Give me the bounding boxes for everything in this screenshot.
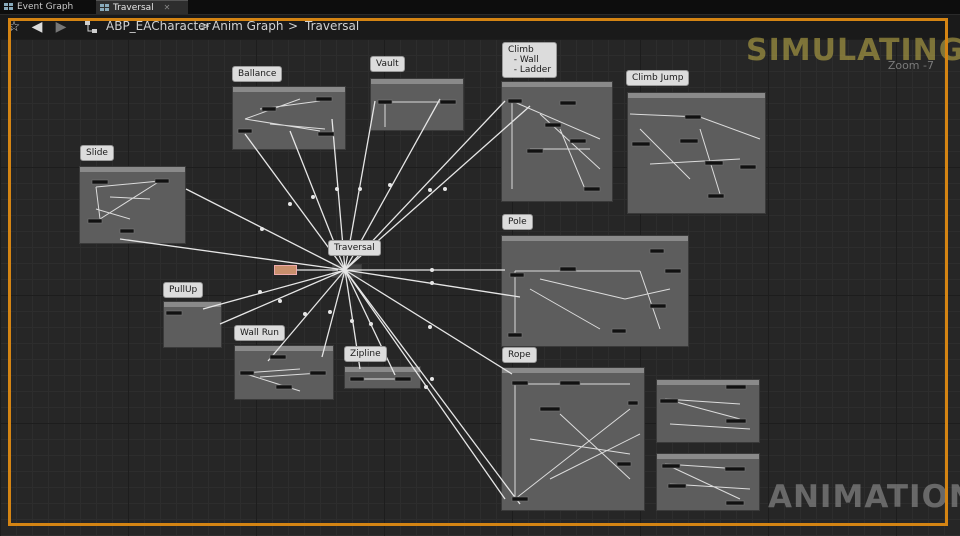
transition-wires: [87, 96, 761, 506]
forward-arrow-icon[interactable]: ▶: [52, 18, 70, 36]
climb-state-label[interactable]: Climb - Wall - Ladder: [502, 42, 558, 78]
wall-run-state-label[interactable]: Wall Run: [234, 325, 285, 341]
pole-state-label[interactable]: Pole: [502, 214, 533, 230]
tab-traversal[interactable]: Traversal ✕: [96, 0, 188, 14]
breadcrumb-parent[interactable]: Anim Graph: [212, 19, 283, 33]
tab-label: Traversal: [113, 2, 154, 13]
slide-state-label[interactable]: Slide: [80, 145, 114, 161]
breadcrumb-separator: >: [200, 19, 211, 33]
graph-grid-icon: [4, 3, 13, 11]
breadcrumb-current: Traversal: [305, 19, 360, 33]
breadcrumb-separator: >: [288, 19, 299, 33]
traversal-state-label[interactable]: Traversal: [328, 240, 381, 256]
graph-grid-icon: [100, 3, 109, 12]
tab-event-graph[interactable]: Event Graph: [0, 0, 94, 14]
vault-state-label[interactable]: Vault: [370, 56, 405, 72]
rope-state-label[interactable]: Rope: [502, 347, 537, 363]
zipline-state-label[interactable]: Zipline: [344, 346, 387, 362]
back-arrow-icon[interactable]: ◀: [28, 18, 46, 36]
favorite-star-icon[interactable]: ☆: [5, 18, 23, 36]
graph-canvas[interactable]: Zoom -7 SIMULATING ANIMATION Slide Balla…: [0, 33, 960, 536]
breadcrumb-root[interactable]: ABP_EACharacter: [106, 19, 211, 33]
ballance-state-label[interactable]: Ballance: [232, 66, 283, 82]
climb-jump-state-label[interactable]: Climb Jump: [626, 70, 690, 86]
anim-graph-icon: [82, 18, 100, 36]
tab-label: Event Graph: [17, 2, 74, 12]
pullup-state-label[interactable]: PullUp: [163, 282, 204, 298]
document-tab-bar: Event Graph Traversal ✕: [0, 0, 960, 15]
close-icon[interactable]: ✕: [164, 3, 171, 12]
